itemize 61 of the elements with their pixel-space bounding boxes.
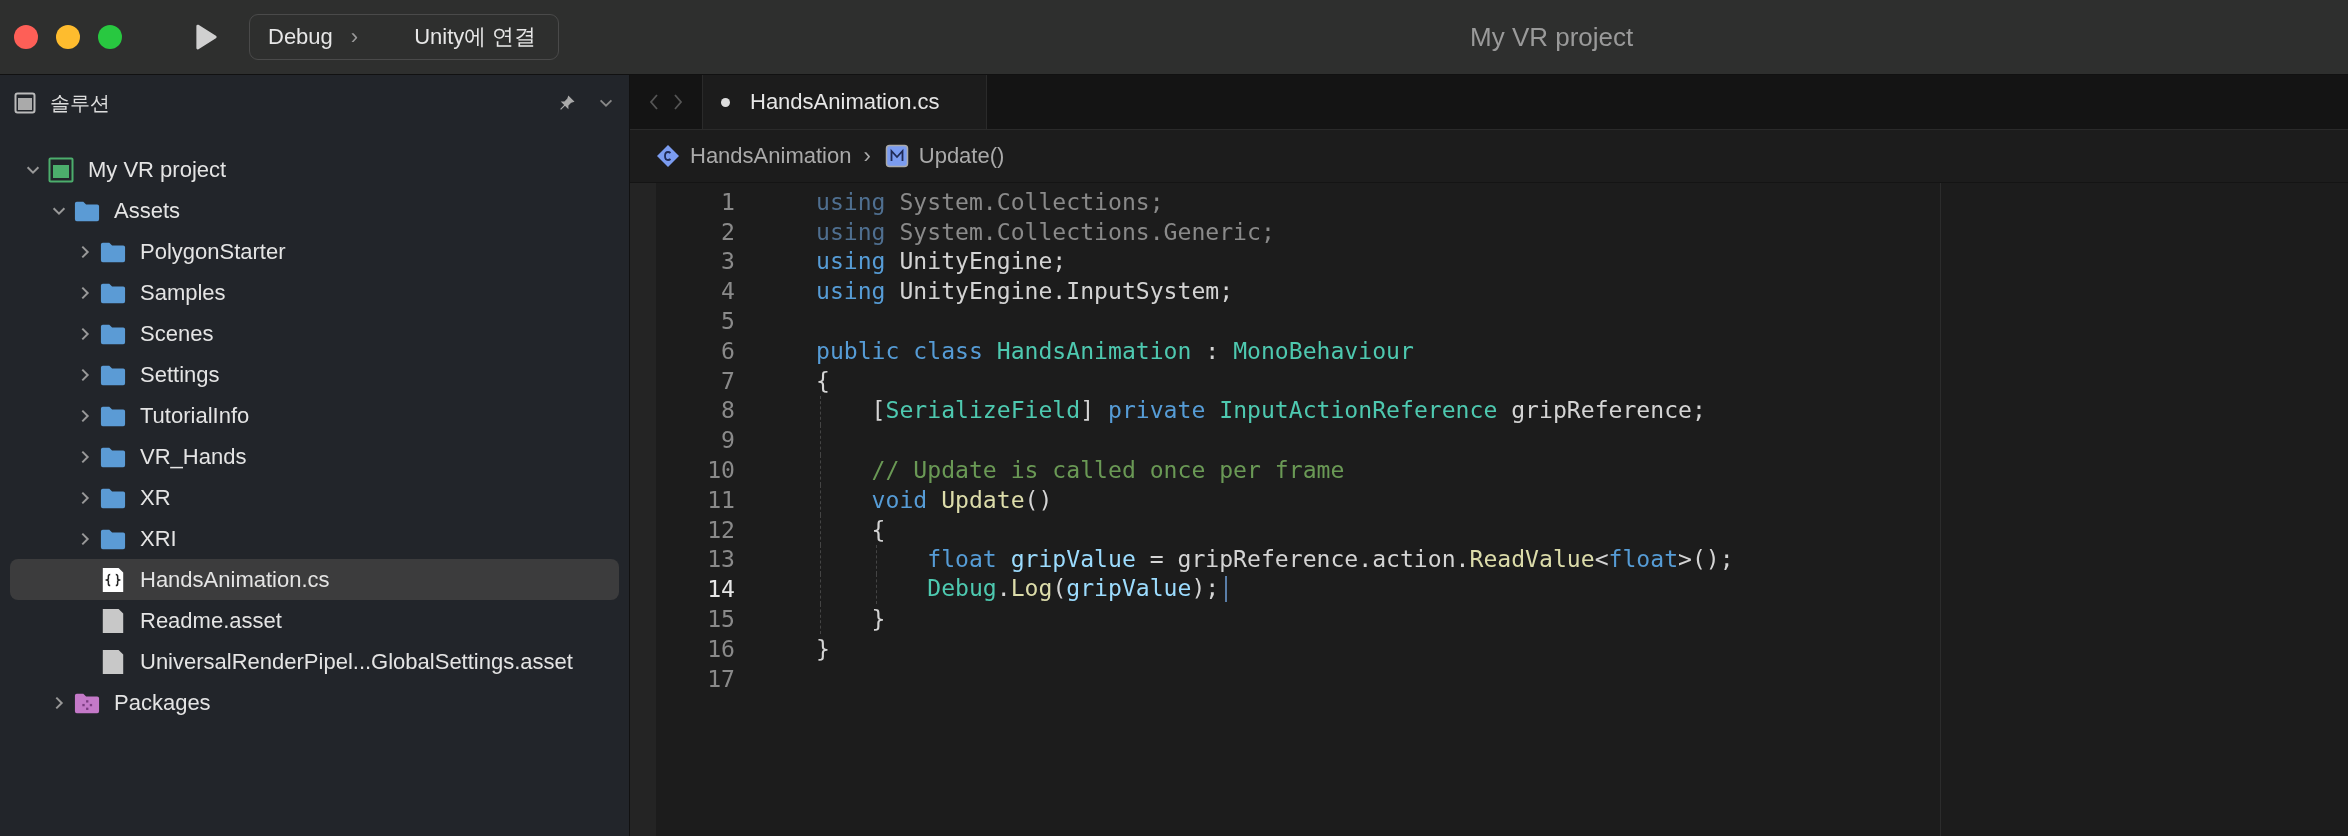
tree-item[interactable]: Samples (10, 272, 619, 313)
tree-item[interactable]: Scenes (10, 313, 619, 354)
tree-item[interactable]: VR_Hands (10, 436, 619, 477)
text-cursor (1225, 576, 1228, 603)
run-configuration-selector[interactable]: Debug › Unity에 연결 (249, 14, 560, 60)
breadcrumb-item[interactable]: Update() (918, 143, 1005, 169)
code-line: Debug.Log(gripValue); (816, 576, 1228, 603)
line-number: 7 (720, 370, 735, 391)
code-line: using UnityEngine; (816, 251, 1067, 272)
pin-icon[interactable] (559, 95, 575, 111)
line-number: 12 (706, 519, 735, 540)
code-line: { (816, 370, 830, 391)
panel-title: 솔루션 (50, 90, 110, 116)
line-number: 6 (720, 340, 735, 361)
tree-item[interactable]: Packages (10, 682, 619, 723)
tree-item[interactable]: PolygonStarter (10, 231, 619, 272)
tree-item[interactable]: XR (10, 477, 619, 518)
panel-icon (14, 92, 36, 114)
tree-item[interactable]: My VR project (10, 149, 619, 190)
class-icon (656, 144, 680, 168)
code-line: float gripValue = gripReference.action.ReadValue<float>(); (926, 549, 1734, 570)
line-number: 17 (706, 668, 735, 689)
line-number: 4 (720, 281, 735, 302)
tree-item[interactable]: HandsAnimation.cs (10, 559, 619, 600)
code-line: } (816, 638, 830, 659)
project-icon (48, 156, 74, 183)
line-number: 2 (720, 221, 735, 242)
line-number: 3 (720, 251, 735, 272)
code-line: using UnityEngine.InputSystem; (816, 281, 1234, 302)
code-file-icon (100, 566, 126, 593)
tree-item[interactable]: Assets (10, 190, 619, 231)
line-number: 9 (720, 430, 735, 451)
file-icon (100, 648, 126, 675)
line-number: 16 (706, 638, 735, 659)
close-button[interactable] (14, 25, 38, 49)
play-icon[interactable] (195, 24, 217, 50)
code-line: [SerializeField] private InputActionReference gripReference; (870, 400, 1706, 421)
code-line: { (870, 519, 886, 540)
tree-item[interactable]: XRI (10, 518, 619, 559)
line-number: 14 (706, 579, 735, 600)
zoom-button[interactable] (98, 25, 122, 49)
method-icon (884, 144, 909, 168)
tree-item[interactable]: UniversalRenderPipel...GlobalSettings.asset (10, 641, 619, 682)
breadcrumb-item[interactable]: HandsAnimation (690, 143, 852, 169)
window-title: My VR project (1470, 21, 1634, 53)
line-number: 5 (720, 311, 735, 332)
minimize-button[interactable] (56, 25, 80, 49)
line-number: 10 (706, 460, 735, 481)
tree-item[interactable]: TutorialInfo (10, 395, 619, 436)
tree-item[interactable]: Settings (10, 354, 619, 395)
editor-tab[interactable]: HandsAnimation.cs (703, 75, 987, 129)
line-number: 15 (706, 609, 735, 630)
tree-item[interactable]: Readme.asset (10, 600, 619, 641)
line-number: 13 (706, 549, 735, 570)
file-icon (100, 607, 126, 634)
code-line: } (870, 609, 886, 630)
line-number: 1 (720, 191, 735, 212)
line-number: 11 (706, 489, 735, 510)
code-line: // Update is called once per frame (870, 460, 1345, 481)
line-number: 8 (720, 400, 735, 421)
breadcrumb-separator: › (863, 143, 871, 169)
